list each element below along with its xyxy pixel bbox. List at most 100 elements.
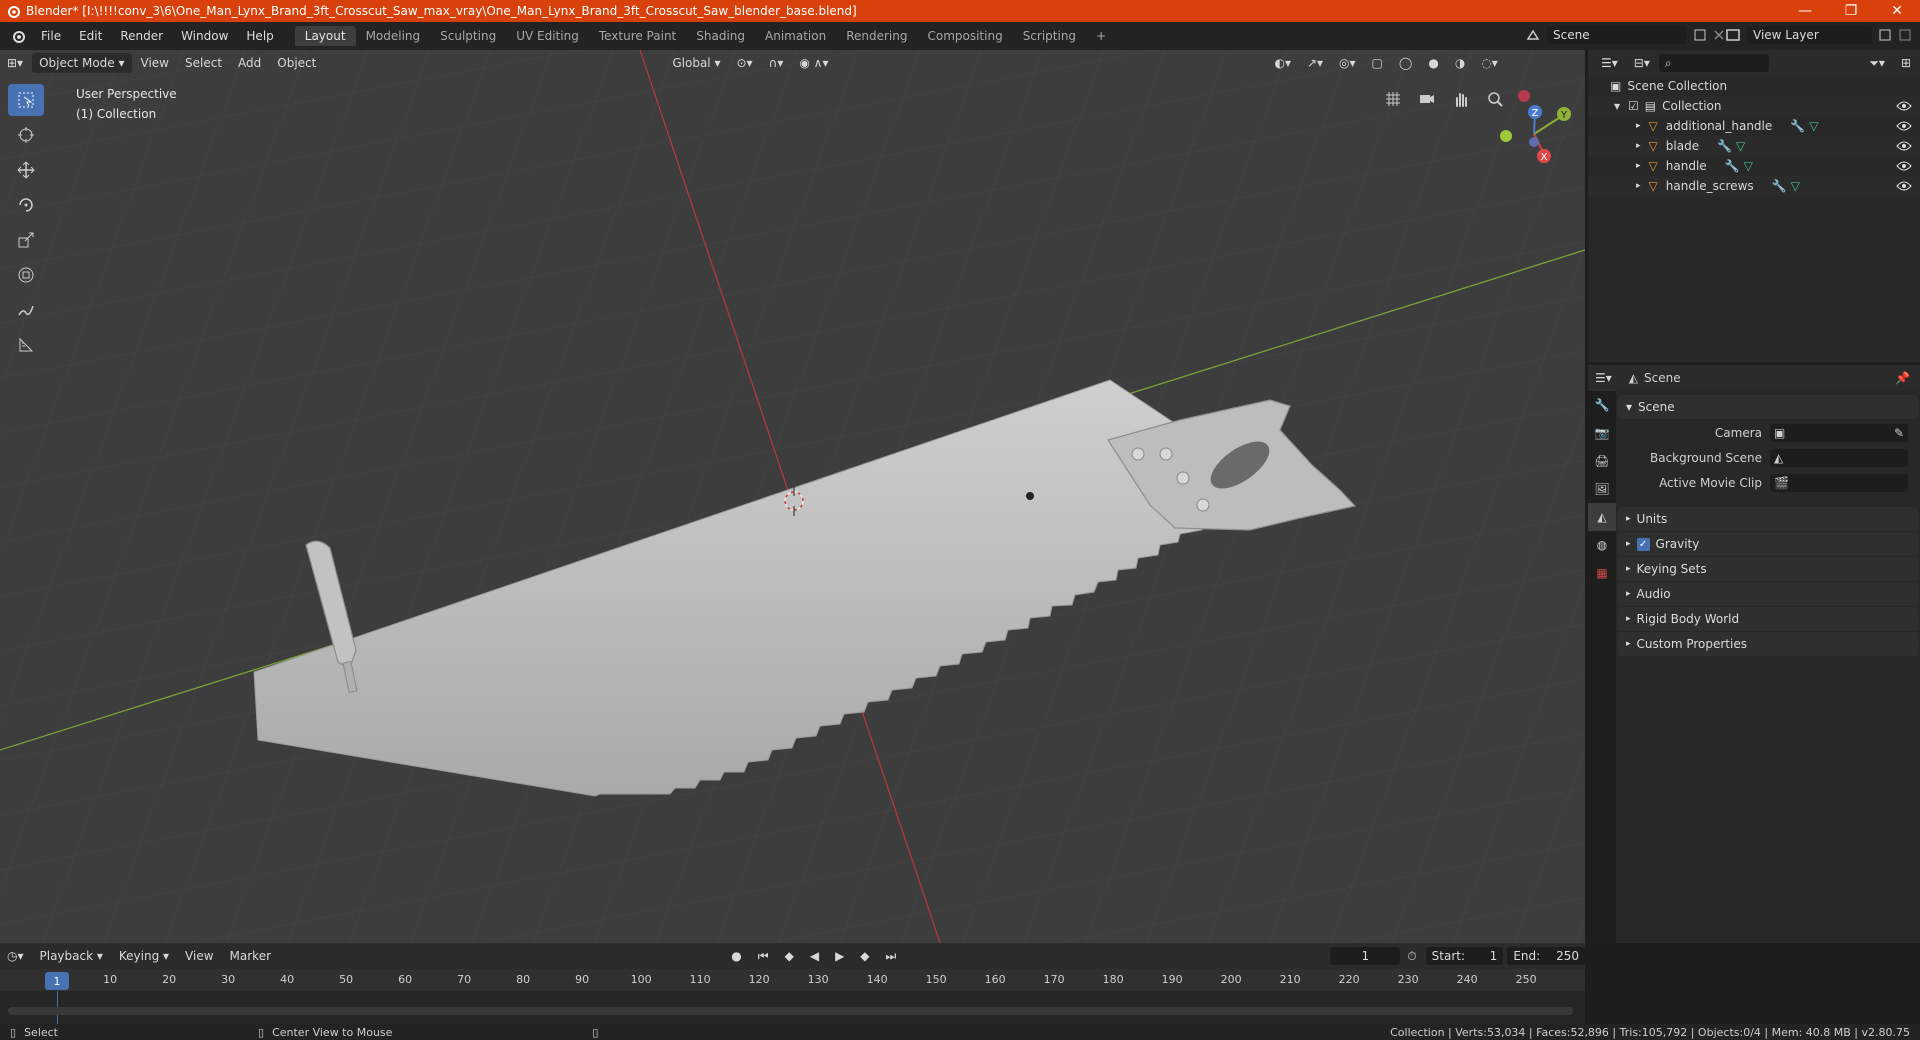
- hand-pan-icon[interactable]: [1448, 86, 1474, 112]
- menu-edit[interactable]: Edit: [70, 29, 111, 43]
- new-collection-icon[interactable]: ⊞: [1894, 53, 1918, 73]
- custom-properties-panel-header[interactable]: ▸ Custom Properties: [1618, 632, 1918, 656]
- playback-menu[interactable]: Playback ▾: [33, 946, 110, 966]
- expand-icon[interactable]: ▸: [1636, 121, 1641, 131]
- overlay-toggle-icon[interactable]: ◎▾: [1332, 53, 1363, 73]
- outliner-collection-row[interactable]: ▾ ☑ ▤ Collection: [1588, 96, 1920, 116]
- blender-menu-icon[interactable]: [10, 28, 26, 44]
- stopwatch-icon[interactable]: ⏱: [1400, 946, 1423, 966]
- scene-tab-icon[interactable]: ◭: [1588, 503, 1616, 531]
- transform-tool-icon[interactable]: [8, 259, 44, 291]
- close-button[interactable]: ✕: [1874, 3, 1920, 19]
- add-workspace-button[interactable]: +: [1086, 26, 1116, 46]
- record-icon[interactable]: ●: [724, 946, 748, 966]
- gizmo-neg-y-icon[interactable]: [1500, 130, 1512, 142]
- cursor-tool-icon[interactable]: [8, 119, 44, 151]
- tab-shading[interactable]: Shading: [686, 26, 755, 46]
- outliner-search-input[interactable]: ⌕: [1658, 54, 1769, 72]
- gizmo-toggle-icon[interactable]: ↗▾: [1300, 53, 1330, 73]
- new-scene-icon[interactable]: [1693, 28, 1707, 42]
- outliner-object-row[interactable]: ▸ ▽ handle 🔧 ▽: [1588, 156, 1920, 176]
- active-movie-clip-field[interactable]: 🎬: [1770, 473, 1908, 492]
- delete-scene-icon[interactable]: [1713, 29, 1725, 41]
- keying-sets-panel-header[interactable]: ▸ Keying Sets: [1618, 557, 1918, 581]
- 3d-viewport[interactable]: X Y Z: [0, 50, 1585, 943]
- delete-view-layer-icon[interactable]: [1898, 28, 1912, 42]
- timeline-scrollbar[interactable]: [8, 1007, 1573, 1015]
- eyedropper-icon[interactable]: ✎: [1894, 426, 1904, 440]
- audio-panel-header[interactable]: ▸ Audio: [1618, 582, 1918, 606]
- pivot-icon[interactable]: ⊙▾: [729, 53, 759, 73]
- expand-icon[interactable]: ▸: [1636, 181, 1641, 191]
- jump-start-icon[interactable]: ⏮: [751, 946, 776, 966]
- eye-icon[interactable]: [1896, 100, 1912, 112]
- outliner-editor-type-icon[interactable]: ☰▾: [1594, 53, 1625, 73]
- outliner-object-row[interactable]: ▸ ▽ blade 🔧 ▽: [1588, 136, 1920, 156]
- view-layer-field[interactable]: View Layer: [1747, 26, 1872, 44]
- view-menu[interactable]: View: [134, 53, 176, 73]
- select-menu[interactable]: Select: [178, 53, 229, 73]
- timeline-view-menu[interactable]: View: [178, 946, 220, 966]
- outliner-object-row[interactable]: ▸ ▽ handle_screws 🔧 ▽: [1588, 176, 1920, 196]
- tab-compositing[interactable]: Compositing: [917, 26, 1012, 46]
- xray-icon[interactable]: ▢: [1365, 53, 1390, 73]
- material-shading-icon[interactable]: ◑: [1448, 53, 1472, 73]
- gravity-checkbox[interactable]: ✓: [1636, 537, 1650, 551]
- end-frame-field[interactable]: End: 250: [1507, 947, 1585, 965]
- object-menu[interactable]: Object: [270, 53, 323, 73]
- tab-texture-paint[interactable]: Texture Paint: [589, 26, 686, 46]
- output-tab-icon[interactable]: 🖨: [1588, 447, 1616, 475]
- eye-icon[interactable]: [1896, 180, 1912, 192]
- tab-modeling[interactable]: Modeling: [356, 26, 431, 46]
- timeline-body[interactable]: [0, 991, 1585, 1024]
- frame-ruler[interactable]: 1 10 20 30 40 50 60 70 80 90 100 110 120 130 140 150 160…: [0, 969, 1585, 991]
- filter-icon[interactable]: ⏷▾: [1862, 53, 1892, 73]
- tab-rendering[interactable]: Rendering: [836, 26, 917, 46]
- scene-icon[interactable]: [1525, 27, 1541, 43]
- tab-layout[interactable]: Layout: [294, 26, 356, 46]
- snap-icon[interactable]: ∩▾: [762, 53, 791, 73]
- texture-tab-icon[interactable]: ▦: [1588, 559, 1616, 587]
- editor-type-icon[interactable]: ⊞▾: [0, 53, 30, 73]
- world-tab-icon[interactable]: ◍: [1588, 531, 1616, 559]
- menu-file[interactable]: File: [32, 29, 70, 43]
- view-layer-icon[interactable]: [1725, 27, 1741, 43]
- tab-sculpting[interactable]: Sculpting: [430, 26, 506, 46]
- eye-icon[interactable]: [1896, 140, 1912, 152]
- next-keyframe-icon[interactable]: ◆: [853, 946, 876, 966]
- menu-render[interactable]: Render: [111, 29, 172, 43]
- background-scene-field[interactable]: ◭: [1770, 448, 1908, 467]
- gizmo-neg-x-icon[interactable]: [1518, 90, 1530, 102]
- properties-editor-type-icon[interactable]: ☰▾: [1588, 368, 1619, 388]
- rendered-shading-icon[interactable]: ◌▾: [1474, 53, 1505, 73]
- scene-name-field[interactable]: Scene: [1547, 26, 1687, 44]
- menu-help[interactable]: Help: [237, 29, 282, 43]
- outliner-display-mode-icon[interactable]: ⊟▾: [1627, 53, 1657, 73]
- scene-panel-header[interactable]: ▾ Scene: [1618, 395, 1918, 419]
- outliner-object-row[interactable]: ▸ ▽ additional_handle 🔧 ▽: [1588, 116, 1920, 136]
- tab-uv-editing[interactable]: UV Editing: [506, 26, 589, 46]
- units-panel-header[interactable]: ▸ Units: [1618, 507, 1918, 531]
- tab-scripting[interactable]: Scripting: [1013, 26, 1086, 46]
- prev-keyframe-icon[interactable]: ◆: [778, 946, 801, 966]
- collection-checkbox[interactable]: ☑: [1628, 99, 1639, 113]
- play-icon[interactable]: ▶: [828, 946, 851, 966]
- expand-icon[interactable]: ▸: [1636, 141, 1641, 151]
- view-layer-tab-icon[interactable]: 🖼: [1588, 475, 1616, 503]
- play-reverse-icon[interactable]: ◀: [803, 946, 826, 966]
- tab-animation[interactable]: Animation: [755, 26, 836, 46]
- current-frame-field[interactable]: 1: [1330, 947, 1401, 965]
- tool-tab-icon[interactable]: 🔧: [1588, 391, 1616, 419]
- camera-field[interactable]: ▣ ✎: [1770, 423, 1908, 442]
- gravity-panel-header[interactable]: ▸ ✓ Gravity: [1618, 532, 1918, 556]
- wireframe-shading-icon[interactable]: ◯: [1392, 53, 1419, 73]
- expand-icon[interactable]: ▸: [1636, 161, 1641, 171]
- transform-orientation-dropdown[interactable]: Global ▾: [665, 53, 727, 73]
- minimize-button[interactable]: —: [1782, 3, 1828, 19]
- grid-view-icon[interactable]: [1380, 86, 1406, 112]
- eye-icon[interactable]: [1896, 160, 1912, 172]
- object-mode-dropdown[interactable]: Object Mode ▾: [32, 53, 132, 73]
- proportional-edit-icon[interactable]: ◉ ∧▾: [792, 53, 835, 73]
- annotate-tool-icon[interactable]: [8, 294, 44, 326]
- rigid-body-world-panel-header[interactable]: ▸ Rigid Body World: [1618, 607, 1918, 631]
